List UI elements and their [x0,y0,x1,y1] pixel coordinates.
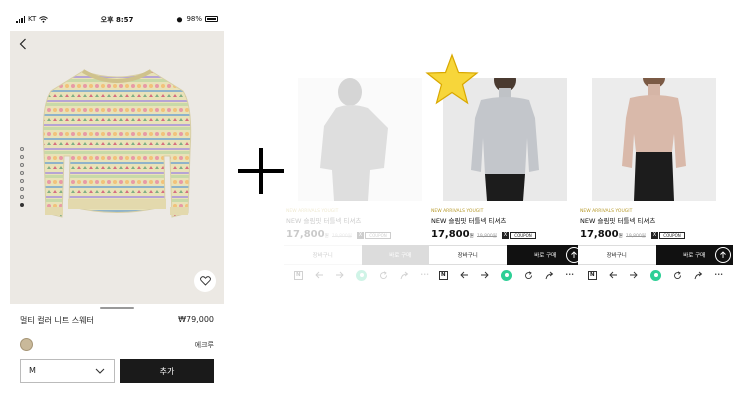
image-pagination [20,147,24,207]
brand-tag: NEW ARRIVALS YOUGIT [286,209,339,214]
pagination-dot[interactable] [20,155,24,159]
more-icon[interactable]: ••• [565,272,574,278]
product-image[interactable] [10,31,224,304]
naver-icon[interactable]: N [293,270,303,280]
pagination-dot[interactable] [20,147,24,151]
arrow-up-icon [571,251,577,258]
panel-price: 17,800원 [431,229,474,240]
browser-nav: N ••• [429,267,584,283]
refresh-icon[interactable] [673,270,682,280]
arrow-right-icon[interactable] [335,271,344,279]
scroll-top-button[interactable] [715,247,731,263]
product-photo[interactable] [298,78,422,201]
badge-x: X [357,232,364,239]
sweater-illustration [42,69,192,218]
coupon-badge[interactable]: COUPON [365,232,391,239]
buy-now-button[interactable]: 바로 구매 [361,245,439,265]
purchase-bar: 장바구니 바로 구매 [284,245,439,265]
purchase-bar: 장바구니 바로 구매 [429,245,584,265]
arrow-right-icon[interactable] [480,271,489,279]
cart-button[interactable]: 장바구니 [284,245,362,265]
chevron-down-icon [95,368,105,374]
arrow-left-icon[interactable] [459,271,469,279]
more-icon[interactable]: ••• [420,272,429,278]
arrow-left-icon[interactable] [608,271,618,279]
home-icon[interactable] [501,269,513,281]
color-swatch[interactable] [20,338,33,351]
color-name: 에크루 [194,341,214,349]
more-icon[interactable]: ••• [714,272,723,278]
share-icon[interactable] [694,271,703,280]
panel-title: NEW 슬림핏 터틀넥 티셔츠 [580,217,656,225]
product-panel-beige: NEW ARRIVALS YOUGIT NEW 슬림핏 터틀넥 티셔츠 17,8… [578,70,733,290]
pagination-dot[interactable] [20,195,24,199]
home-icon[interactable] [356,269,368,281]
panel-price: 17,800원 [286,229,329,240]
arrow-left-icon[interactable] [314,271,324,279]
panel-title: NEW 슬림핏 터틀넥 티셔츠 [431,217,507,225]
panel-title: NEW 슬림핏 터틀넥 티셔츠 [286,217,362,225]
arrow-up-icon [720,251,726,258]
badge-x: X [651,232,658,239]
arrow-right-icon[interactable] [629,271,638,279]
plus-icon [238,148,284,194]
refresh-icon[interactable] [524,270,533,280]
product-price: ₩79,000 [178,315,214,324]
battery-icon [205,16,218,22]
pagination-dot[interactable] [20,187,24,191]
wishlist-button[interactable] [194,270,216,292]
alarm-icon [177,16,183,22]
cart-button[interactable]: 장바구니 [578,245,656,265]
star-icon [425,53,479,105]
product-detail-screen: KT 오후 8:57 98% 멀티 컬러 니트 스웨터 ₩79,000 에크루 … [10,9,224,402]
pagination-dot[interactable] [20,163,24,167]
size-select[interactable]: M [20,359,115,383]
coupon-badge[interactable]: COUPON [510,232,536,239]
panel-price: 17,800원 [580,229,623,240]
add-to-cart-button[interactable]: 추가 [120,359,214,383]
naver-icon[interactable]: N [587,270,597,280]
pagination-dot[interactable] [20,171,24,175]
badge-x: X [502,232,509,239]
old-price: 19,800원 [332,234,352,239]
status-bar: KT 오후 8:57 98% [10,9,224,31]
pagination-dot-active[interactable] [20,203,24,207]
cart-button[interactable]: 장바구니 [429,245,507,265]
brand-tag: NEW ARRIVALS YOUGIT [580,209,633,214]
coupon-badge[interactable]: COUPON [659,232,685,239]
old-price: 19,800원 [477,234,497,239]
naver-icon[interactable]: N [438,270,448,280]
heart-icon [199,276,211,286]
product-name: 멀티 컬러 니트 스웨터 [20,316,94,325]
size-value: M [29,366,36,375]
purchase-bar: 장바구니 바로 구매 [578,245,733,265]
browser-nav: N ••• [284,267,439,283]
old-price: 19,800원 [626,234,646,239]
share-icon[interactable] [545,271,554,280]
sheet-handle[interactable] [100,307,134,309]
home-icon[interactable] [650,269,662,281]
share-icon[interactable] [400,271,409,280]
refresh-icon[interactable] [379,270,388,280]
brand-tag: NEW ARRIVALS YOUGIT [431,209,484,214]
product-photo[interactable] [592,78,716,201]
model-photo [622,78,686,201]
pagination-dot[interactable] [20,179,24,183]
browser-nav: N ••• [578,267,733,283]
product-panel-faded: NEW ARRIVALS YOUGIT NEW 슬림핏 터틀넥 티셔츠 17,8… [284,70,439,290]
battery-percent: 98% [186,15,202,23]
model-photo [320,78,388,201]
